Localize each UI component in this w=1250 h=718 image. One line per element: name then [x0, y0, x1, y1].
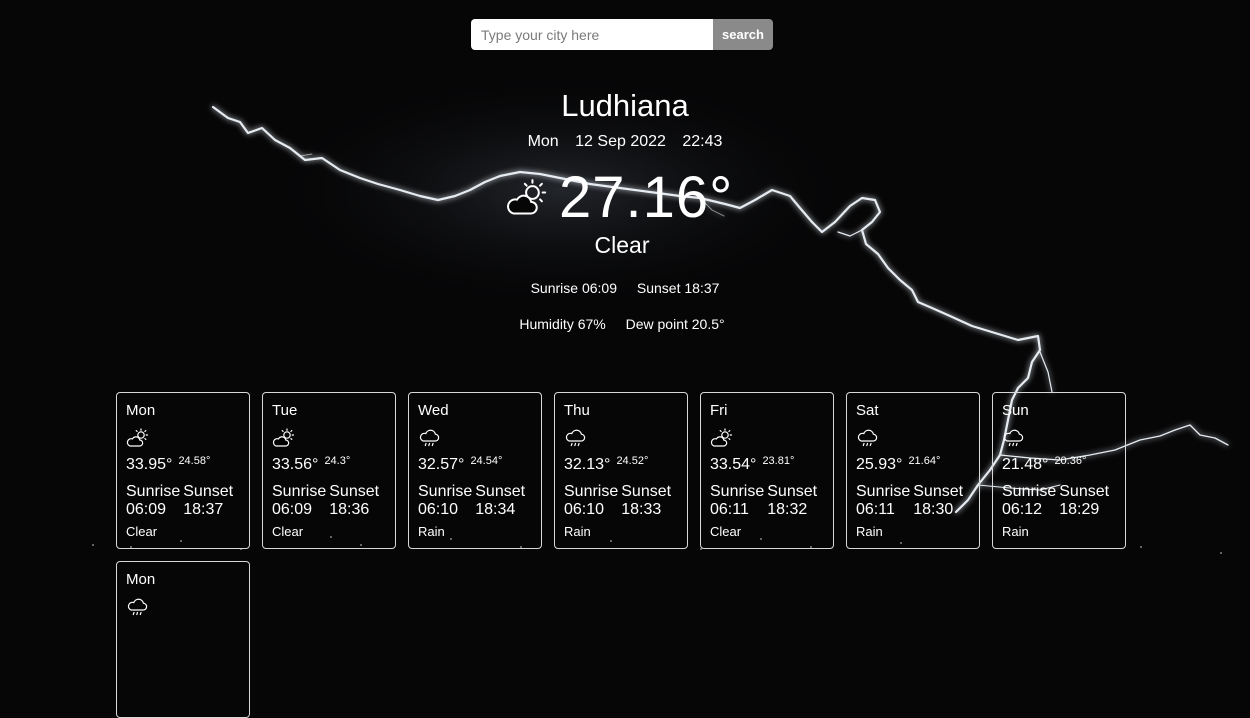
- city-search-input[interactable]: [471, 19, 713, 50]
- sunset-label: Sunset: [621, 483, 672, 500]
- forecast-card: Tue 33.56° 24.3° Sunrise 06:09 Sunset 18:36…: [262, 392, 396, 549]
- forecast-condition: Clear: [126, 524, 158, 539]
- humidity-dewpoint: Humidity 67% Dew point 20.5°: [0, 316, 1244, 332]
- sunrise-label: Sunrise: [856, 483, 911, 500]
- sunrise-time: 06:09: [126, 501, 167, 518]
- forecast-condition: Rain: [418, 524, 445, 539]
- rain-cloud-icon: [1003, 429, 1024, 447]
- sunset-time: 18:34: [475, 501, 516, 518]
- forecast-card: Mon: [116, 561, 250, 718]
- sunrise-label: Sunrise: [564, 483, 619, 500]
- forecast-condition: Rain: [1002, 524, 1029, 539]
- sunset-time: Sunset 18:37: [636, 280, 720, 296]
- sunset-label: Sunset: [183, 483, 234, 500]
- forecast-high: 25.93°: [856, 456, 903, 473]
- forecast-card: Sat 25.93° 21.64° Sunrise 06:11 Sunset 18:3…: [846, 392, 980, 549]
- sunset-time: 18:36: [329, 501, 370, 518]
- rain-cloud-icon: [857, 429, 878, 447]
- forecast-high: 33.56°: [272, 456, 319, 473]
- forecast-condition: Clear: [710, 524, 742, 539]
- sunset-time: 18:30: [913, 501, 954, 518]
- humidity: Humidity 67%: [519, 316, 606, 332]
- rain-cloud-icon: [127, 598, 148, 616]
- forecast-low: 24.3°: [324, 455, 351, 467]
- current-time: 22:43: [682, 133, 723, 150]
- forecast-low: 23.81°: [762, 455, 795, 467]
- forecast-card: Wed 32.57° 24.54° Sunrise 06:10 Sunset 18:3…: [408, 392, 542, 549]
- forecast-low: 24.54°: [470, 455, 503, 467]
- forecast-high: 32.13°: [564, 456, 611, 473]
- forecast-day: Fri: [710, 402, 728, 419]
- current-date: 12 Sep 2022: [575, 133, 666, 150]
- forecast-low: 21.64°: [908, 455, 941, 467]
- partly-cloudy-icon: [710, 428, 733, 447]
- partly-cloudy-icon: [272, 428, 295, 447]
- sunrise-label: Sunrise: [272, 483, 327, 500]
- sunset-label: Sunset: [913, 483, 964, 500]
- current-temperature: 27.16°: [559, 165, 734, 230]
- sunset-label: Sunset: [475, 483, 526, 500]
- sunrise-time: 06:11: [710, 501, 749, 518]
- sunrise-time: 06:11: [856, 501, 895, 518]
- current-datetime: Mon 12 Sep 2022 22:43: [0, 133, 1250, 151]
- sunrise-label: Sunrise: [710, 483, 765, 500]
- forecast-condition: Rain: [564, 524, 591, 539]
- rain-cloud-icon: [419, 429, 440, 447]
- forecast-card: Mon 33.95° 24.58° Sunrise 06:09 Sunset 18:3…: [116, 392, 250, 549]
- current-day: Mon: [527, 133, 559, 150]
- sunrise-time: Sunrise 06:09: [530, 280, 617, 296]
- sunrise-time: 06:10: [564, 501, 605, 518]
- forecast-day: Thu: [564, 402, 590, 419]
- forecast-card: Sun 21.48° 20.36° Sunrise 06:12 Sunset 18:2…: [992, 392, 1126, 549]
- forecast-condition: Clear: [272, 524, 304, 539]
- forecast-day: Mon: [126, 402, 156, 419]
- sunset-time: 18:33: [621, 501, 662, 518]
- current-condition: Clear: [594, 232, 650, 258]
- dew-point: Dew point 20.5°: [625, 316, 725, 332]
- forecast-high: 33.54°: [710, 456, 757, 473]
- forecast-condition: Rain: [856, 524, 883, 539]
- forecast-low: 24.52°: [616, 455, 649, 467]
- sunrise-time: 06:10: [418, 501, 459, 518]
- sunset-label: Sunset: [1059, 483, 1110, 500]
- forecast-low: 20.36°: [1054, 455, 1087, 467]
- sunrise-label: Sunrise: [418, 483, 473, 500]
- sunrise-time: 06:09: [272, 501, 313, 518]
- forecast-day: Mon: [126, 571, 156, 588]
- forecast-day: Sun: [1002, 402, 1029, 419]
- sunset-time: 18:37: [183, 501, 224, 518]
- search-button[interactable]: search: [713, 19, 773, 50]
- forecast-card: Fri 33.54° 23.81° Sunrise 06:11 Sunset 18:3…: [700, 392, 834, 549]
- forecast-day: Wed: [418, 402, 449, 419]
- sunset-label: Sunset: [329, 483, 380, 500]
- current-temperature-row: 27.16°: [505, 165, 733, 230]
- sunrise-label: Sunrise: [126, 483, 181, 500]
- forecast-low: 24.58°: [178, 455, 211, 467]
- search-bar: search: [471, 19, 773, 50]
- rain-cloud-icon: [565, 429, 586, 447]
- partly-cloudy-icon: [126, 428, 149, 447]
- sun-times: Sunrise 06:09 Sunset 18:37: [0, 280, 1250, 296]
- forecast-high: 32.57°: [418, 456, 465, 473]
- sunrise-label: Sunrise: [1002, 483, 1057, 500]
- sunset-time: 18:32: [767, 501, 808, 518]
- partly-cloudy-icon: [507, 178, 547, 214]
- forecast-high: 21.48°: [1002, 456, 1049, 473]
- forecast-card: Thu 32.13° 24.52° Sunrise 06:10 Sunset 18:3…: [554, 392, 688, 549]
- sunset-label: Sunset: [767, 483, 818, 500]
- city-name: Ludhiana: [561, 88, 689, 123]
- forecast-day: Sat: [856, 402, 879, 419]
- forecast-day: Tue: [272, 402, 298, 419]
- sunrise-time: 06:12: [1002, 501, 1043, 518]
- forecast-high: 33.95°: [126, 456, 173, 473]
- sunset-time: 18:29: [1059, 501, 1100, 518]
